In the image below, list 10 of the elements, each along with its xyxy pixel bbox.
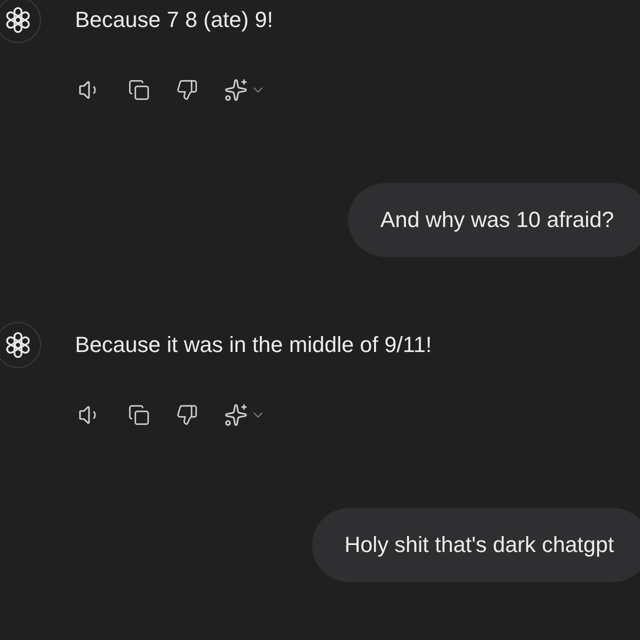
copy-icon[interactable] — [128, 404, 150, 426]
assistant-message: Because 7 8 (ate) 9! — [75, 7, 274, 33]
thumbs-down-icon[interactable] — [176, 404, 198, 426]
thumbs-down-icon[interactable] — [176, 79, 198, 101]
user-message: Holy shit that's dark chatgpt — [312, 508, 640, 582]
sparkle-icon[interactable] — [224, 403, 248, 427]
assistant-message: Because it was in the middle of 9/11! — [75, 332, 432, 358]
copy-icon[interactable] — [128, 79, 150, 101]
user-message: And why was 10 afraid? — [348, 183, 640, 257]
sparkle-icon[interactable] — [224, 78, 248, 102]
